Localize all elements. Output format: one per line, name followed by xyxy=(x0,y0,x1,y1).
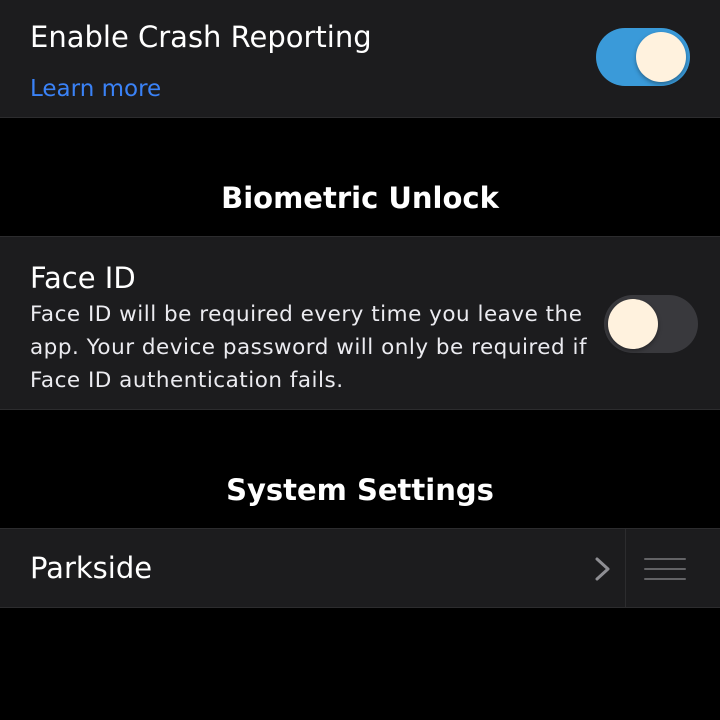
settings-screen: Enable Crash Reporting Learn more Biomet… xyxy=(0,0,720,720)
toggle-knob xyxy=(636,32,686,82)
reorder-handle-icon[interactable] xyxy=(644,556,686,582)
face-id-title: Face ID xyxy=(30,261,136,295)
crash-reporting-toggle[interactable] xyxy=(596,28,690,86)
crash-reporting-title: Enable Crash Reporting xyxy=(30,20,372,54)
section-header-system-settings: System Settings xyxy=(226,473,494,507)
cell-divider xyxy=(625,528,626,608)
chevron-right-icon xyxy=(595,557,610,581)
face-id-description: Face ID will be required every time you … xyxy=(30,302,588,393)
face-id-toggle[interactable] xyxy=(604,295,698,353)
list-item-label: Parkside xyxy=(30,551,153,585)
learn-more-link[interactable]: Learn more xyxy=(30,72,161,106)
toggle-knob xyxy=(608,299,658,349)
section-header-biometric-unlock: Biometric Unlock xyxy=(221,181,499,215)
